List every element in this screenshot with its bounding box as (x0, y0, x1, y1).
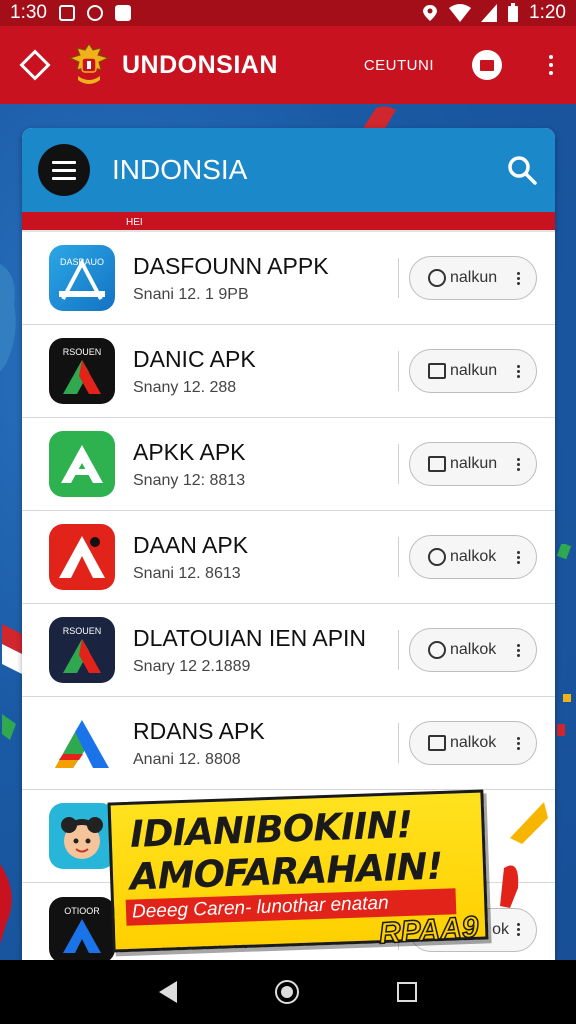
notification-icon (58, 5, 75, 21)
svg-text:OTIOOR: OTIOOR (64, 906, 100, 916)
app-name: DASFOUNN APPK (133, 252, 329, 279)
back-icon[interactable] (159, 981, 177, 1003)
battery-icon (508, 3, 519, 22)
app-name: DANIC APK (133, 345, 256, 372)
app-icon[interactable] (49, 710, 115, 776)
ribbon-decoration-icon (0, 864, 12, 944)
megaphone-icon (500, 802, 548, 908)
app-meta: Snani 12. 8613 (133, 564, 241, 582)
search-icon (428, 548, 446, 566)
list-item[interactable]: DAAN APK Snani 12. 8613 nalkok (22, 511, 555, 604)
app-name: RDANS APK (133, 717, 265, 744)
app-meta: Snani 12. 1 9PB (133, 285, 249, 303)
overflow-menu-icon[interactable] (546, 55, 556, 75)
app-meta: Snany 12. 288 (133, 378, 237, 396)
status-time-right: 1:20 (529, 2, 566, 23)
card-title: INDONSIA (112, 154, 248, 185)
download-button[interactable]: nalkun (409, 442, 537, 486)
divider (397, 723, 399, 763)
svg-text:RSOUEN: RSOUEN (63, 626, 102, 636)
search-icon (428, 269, 446, 287)
wifi-icon (449, 4, 472, 22)
category-strip: HEI (22, 212, 555, 232)
folder-button[interactable] (472, 50, 502, 80)
garuda-emblem-icon (68, 43, 110, 84)
promo-price: RPAA9 (377, 910, 480, 951)
more-options-icon[interactable] (517, 271, 520, 285)
lock-icon (428, 456, 446, 472)
svg-text:RSOUEN: RSOUEN (63, 347, 102, 357)
list-item[interactable]: DASBAUO DASFOUNN APPK Snani 12. 1 9PB na… (22, 232, 555, 325)
app-header: UNDONSIAN CEUTUNI (0, 26, 576, 104)
divider (397, 351, 399, 391)
more-options-icon[interactable] (517, 457, 520, 471)
app-name: DLATOUIAN IEN APIN (133, 624, 367, 651)
download-button[interactable]: nalkok (409, 628, 537, 672)
status-bar: 1:30 1:20 (0, 0, 576, 26)
app-name: DAAN APK (133, 531, 249, 558)
message-icon (114, 5, 131, 21)
divider (397, 630, 399, 670)
recent-apps-icon[interactable] (397, 982, 417, 1002)
diamond-icon[interactable] (19, 49, 51, 81)
app-icon[interactable] (49, 431, 115, 497)
app-name: APKK APK (133, 438, 246, 465)
more-options-icon[interactable] (517, 923, 520, 936)
folder-icon (480, 59, 494, 71)
download-button[interactable]: nalkun (409, 256, 537, 300)
lock-icon (428, 735, 446, 751)
more-options-icon[interactable] (517, 550, 520, 564)
navigation-bar (0, 960, 576, 1024)
search-icon (428, 641, 446, 659)
app-icon[interactable]: RSOUEN (49, 338, 115, 404)
download-button[interactable]: nalkun (409, 349, 537, 393)
app-notification-icon (86, 5, 103, 21)
home-icon[interactable] (275, 980, 299, 1004)
download-button[interactable]: nalkok (409, 721, 537, 765)
list-item[interactable]: APKK APK Snany 12: 8813 nalkun (22, 418, 555, 511)
header-label[interactable]: CEUTUNI (364, 57, 434, 74)
list-item[interactable]: RSOUEN DLATOUIAN IEN APIN Snary 12 2.188… (22, 604, 555, 697)
app-title: UNDONSIAN (122, 50, 278, 79)
divider (397, 444, 399, 484)
more-options-icon[interactable] (517, 736, 520, 750)
app-icon[interactable] (49, 524, 115, 590)
confetti-decoration-icon (556, 544, 572, 736)
app-meta: Snany 12: 8813 (133, 471, 246, 489)
more-options-icon[interactable] (517, 364, 520, 378)
hamburger-menu-button[interactable] (38, 144, 90, 196)
list-item[interactable]: RSOUEN DANIC APK Snany 12. 288 nalkun (22, 325, 555, 418)
app-icon[interactable]: DASBAUO (49, 245, 115, 311)
app-meta: Anani 12. 8808 (133, 750, 241, 768)
signal-icon (481, 4, 498, 22)
map-land-shape (0, 264, 16, 372)
promo-banner[interactable]: IDIANIBOKIIN! AMOFARAHAIN! Deeeg Caren- … (104, 789, 494, 954)
lock-icon (428, 363, 446, 379)
more-options-icon[interactable] (517, 643, 520, 657)
search-icon[interactable] (507, 155, 537, 185)
card-header: INDONSIA (22, 128, 555, 212)
list-item[interactable]: RDANS APK Anani 12. 8808 nalkok (22, 697, 555, 790)
download-button[interactable]: nalkok (409, 535, 537, 579)
divider (397, 537, 399, 577)
app-icon[interactable]: RSOUEN (49, 617, 115, 683)
status-time-left: 1:30 (10, 2, 47, 23)
location-icon (423, 5, 438, 21)
divider (397, 258, 399, 298)
app-meta: Snary 12 2.1889 (133, 657, 251, 675)
